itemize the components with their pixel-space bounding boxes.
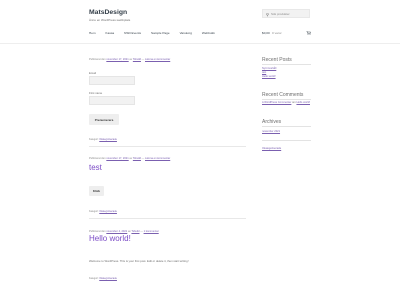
header-divider (0, 43, 400, 44)
recent-post-link[interactable]: test (262, 71, 266, 74)
cart-amount[interactable]: $0,00 (262, 31, 270, 35)
category-prefix: Kategori: (89, 210, 99, 213)
subscribe-button[interactable]: Prenumerera (89, 114, 119, 125)
search-input[interactable] (271, 11, 309, 17)
meta-separator: — (141, 58, 145, 61)
meta-prefix: Publicerat den (89, 230, 106, 233)
first-name-field[interactable] (89, 96, 135, 105)
post-category: Kategori: Okategoriserade (89, 138, 117, 141)
post-category: Kategori: Okategoriserade (89, 210, 117, 213)
post-meta: Publicerat den november 17, 2021 av Tsbu… (89, 157, 170, 160)
email-field[interactable] (89, 76, 135, 85)
post-author-link[interactable]: Tsbuild (133, 157, 141, 160)
category-prefix: Kategori: (89, 277, 99, 280)
comment-post-link[interactable]: Hello world! (296, 101, 310, 104)
post-author-link[interactable]: Tsbuild (133, 58, 141, 61)
nav-item-sample-page[interactable]: Sample Page (151, 31, 170, 35)
nav-item-kassa[interactable]: Kassa (106, 31, 115, 35)
post-meta: Publicerat den november 17, 2021 av Tsbu… (89, 58, 170, 61)
category-link[interactable]: Okategoriserade (99, 210, 117, 213)
recent-posts-title: Recent Posts (262, 57, 292, 63)
widget-divider (262, 99, 311, 100)
archive-link[interactable]: november 2021 (262, 130, 280, 133)
category-prefix: Kategori: (89, 138, 99, 141)
widget-divider (262, 64, 311, 65)
cart-icon[interactable] (306, 31, 311, 35)
search-box[interactable]: ⚲ (262, 9, 310, 18)
meta-prefix: Publicerat den (89, 157, 106, 160)
recent-comments-title: Recent Comments (262, 92, 304, 98)
site-title[interactable]: MatsDesign (89, 9, 127, 16)
post-date-link[interactable]: november 17, 2021 (106, 58, 128, 61)
post-category: Kategori: Okategoriserade (89, 277, 117, 280)
search-icon: ⚲ (266, 12, 269, 17)
meta-by: av (129, 58, 133, 61)
comment-author-link[interactable]: A WordPress Commenter (262, 101, 291, 104)
meta-by: av (129, 157, 133, 160)
nav-item-hem[interactable]: Hem (89, 31, 96, 35)
site-description: Ännu en WordPress-webbplats (89, 18, 131, 22)
category-link[interactable]: Okategoriserade (99, 138, 117, 141)
post-meta: Publicerat den november 4, 2021 av Tsbui… (89, 230, 159, 233)
meta-separator: — (140, 230, 143, 233)
post-comments-link[interactable]: Lämna en kommentar (145, 157, 170, 160)
nav-item-varukorg[interactable]: Varukorg (180, 31, 192, 35)
post-comments-link[interactable]: Lämna en kommentar (145, 58, 170, 61)
post-title[interactable]: Hello world! (89, 234, 131, 243)
recent-post-link[interactable]: Nytt innehåll (262, 67, 276, 70)
cart-count[interactable]: 0 varor (272, 31, 282, 35)
post-divider (89, 146, 246, 147)
nav-item-nsd-events[interactable]: NSD Events (124, 31, 141, 35)
recent-comment: A WordPress Commenter om Hello world! (262, 101, 311, 105)
category-link[interactable]: Okategoriserade (262, 147, 281, 150)
post-comments-link[interactable]: 1 kommentar (144, 230, 159, 233)
post-date-link[interactable]: november 4, 2021 (106, 230, 127, 233)
widget-divider (262, 140, 311, 141)
meta-prefix: Publicerat den (89, 58, 106, 61)
meta-separator: — (141, 157, 145, 160)
post-body: Welcome to WordPress. This is your first… (89, 259, 189, 263)
click-button[interactable]: Klick (89, 186, 104, 196)
recent-post-link[interactable]: Hello world! (262, 75, 276, 78)
post-date-link[interactable]: november 17, 2021 (106, 157, 128, 160)
post-title[interactable]: test (89, 163, 102, 172)
archives-title: Archives (262, 119, 282, 125)
nav-item-webbutik[interactable]: Webbutik (202, 31, 215, 35)
email-label: Email (89, 71, 96, 75)
main-nav: Hem Kassa NSD Events Sample Page Varukor… (89, 31, 225, 35)
post-author-link[interactable]: Tsbuild (131, 230, 139, 233)
category-link[interactable]: Okategoriserade (99, 277, 117, 280)
widget-divider (262, 126, 311, 127)
first-name-label: First name (89, 91, 103, 95)
post-divider (89, 218, 246, 219)
